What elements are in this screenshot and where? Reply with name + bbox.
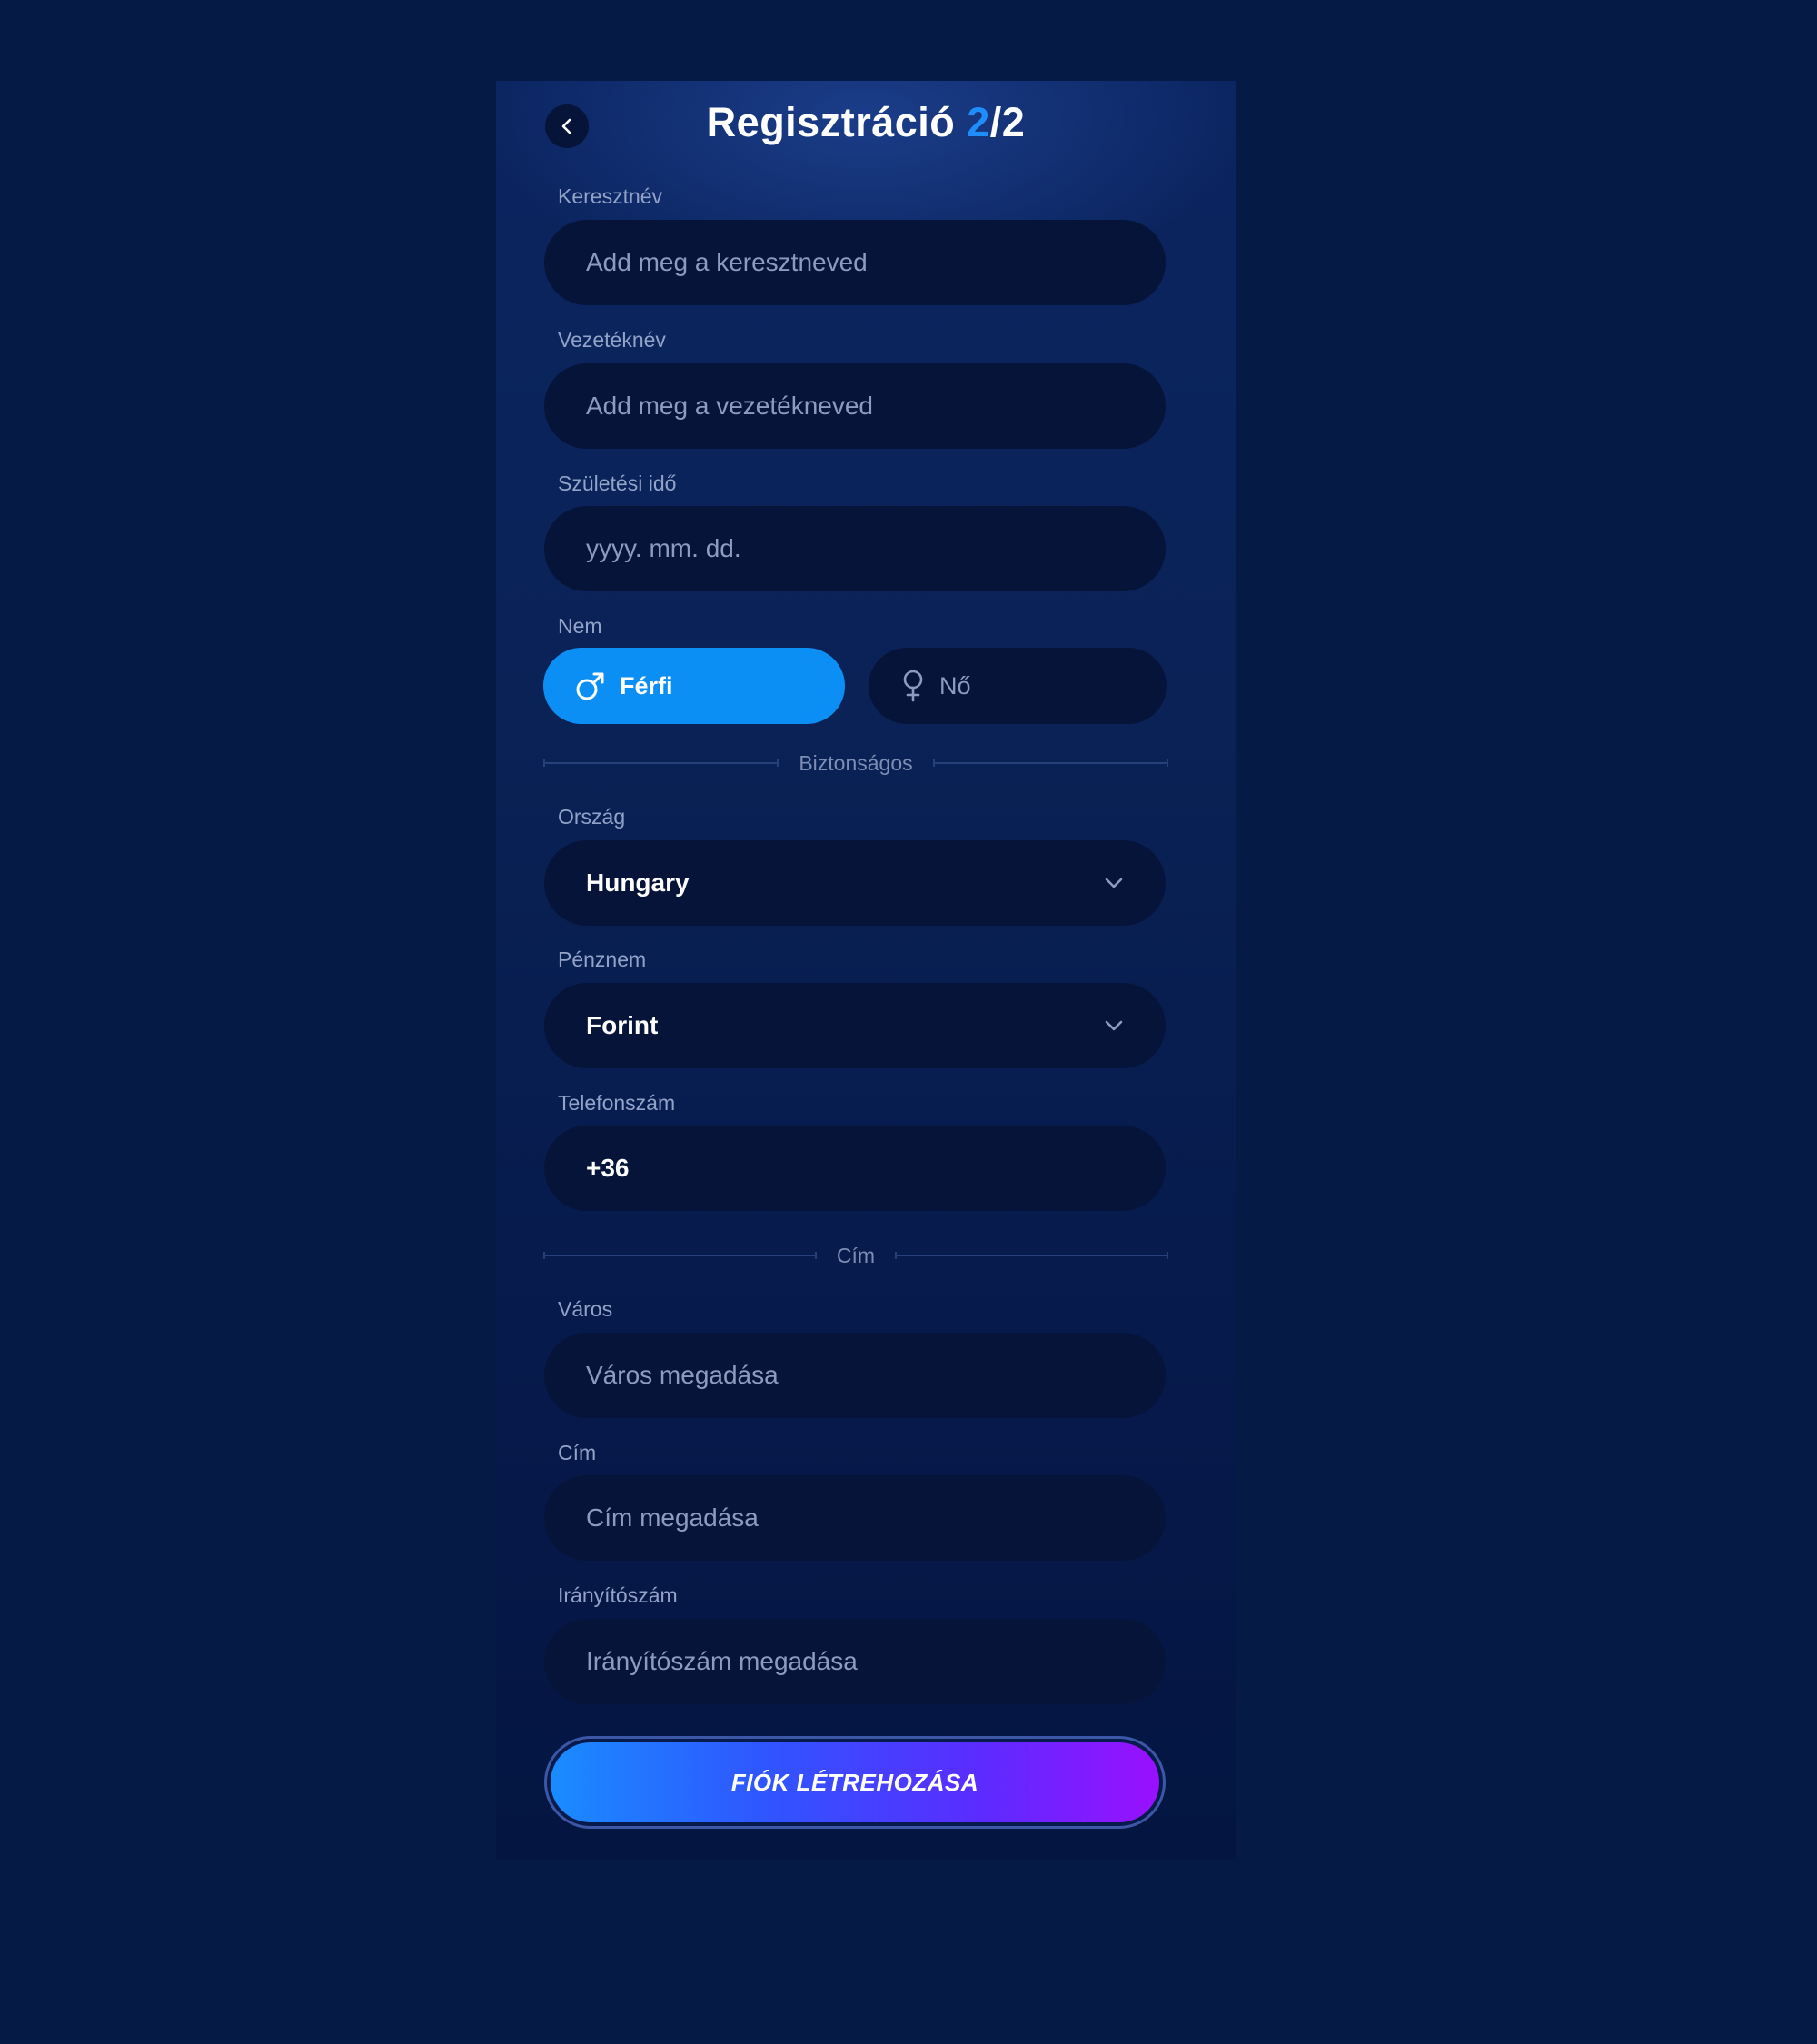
phone-value: +36 [586,1154,630,1182]
birth-date-input[interactable]: yyyy. mm. dd. [544,506,1166,591]
city-input[interactable]: Város megadása [544,1333,1166,1418]
address-label: Cím [558,1441,597,1464]
phone-input[interactable]: +36 [544,1126,1166,1211]
country-value: Hungary [586,868,690,897]
security-divider-label: Biztonságos [799,750,913,775]
step-current: 2 [967,99,990,145]
female-symbol-icon [903,670,923,702]
address-divider: Cím [543,1242,1169,1269]
currency-label: Pénznem [558,948,647,971]
security-divider: Biztonságos [543,749,1169,777]
last-name-placeholder: Add meg a vezetékneved [586,392,873,420]
last-name-input[interactable]: Add meg a vezetékneved [544,363,1166,449]
gender-male-label: Férfi [620,671,673,700]
zip-input[interactable]: Irányítószám megadása [544,1619,1166,1704]
address-placeholder: Cím megadása [586,1503,759,1532]
address-divider-label: Cím [836,1243,876,1267]
create-account-label: FIÓK LÉTREHOZÁSA [551,1742,1159,1822]
birth-date-placeholder: yyyy. mm. dd. [586,534,741,562]
last-name-label: Vezetéknév [558,328,666,352]
title-text: Regisztráció [706,99,968,145]
male-symbol-icon [576,672,604,700]
city-label: Város [558,1297,613,1321]
birth-date-label: Születési idő [558,471,677,495]
address-input[interactable]: Cím megadása [544,1475,1166,1561]
zip-placeholder: Irányítószám megadása [586,1647,858,1675]
page-title: Regisztráció 2/2 [496,99,1236,146]
chevron-down-icon [1105,1020,1123,1031]
country-label: Ország [558,805,626,829]
gender-label: Nem [558,614,602,638]
country-select[interactable]: Hungary [544,840,1166,926]
step-total: /2 [989,99,1026,145]
zip-label: Irányítószám [558,1583,678,1607]
currency-value: Forint [586,1011,659,1039]
phone-label: Telefonszám [558,1091,676,1115]
first-name-placeholder: Add meg a keresztneved [586,248,868,276]
chevron-down-icon [1105,878,1123,888]
first-name-input[interactable]: Add meg a keresztneved [544,220,1166,305]
gender-female-label: Nő [939,671,971,700]
header: Regisztráció 2/2 [496,81,1236,172]
create-account-button[interactable]: FIÓK LÉTREHOZÁSA [544,1736,1166,1829]
city-placeholder: Város megadása [586,1361,779,1389]
divider-line-right [932,759,1169,767]
currency-select[interactable]: Forint [544,983,1166,1068]
divider-line-left [543,1252,817,1259]
divider-line-left [543,759,779,767]
gender-female-button[interactable]: Nő [869,648,1167,724]
divider-line-right [895,1252,1169,1259]
first-name-label: Keresztnév [558,184,663,208]
registration-panel: Regisztráció 2/2 Keresztnév Add meg a ke… [496,81,1236,1860]
gender-male-button[interactable]: Férfi [543,648,845,724]
